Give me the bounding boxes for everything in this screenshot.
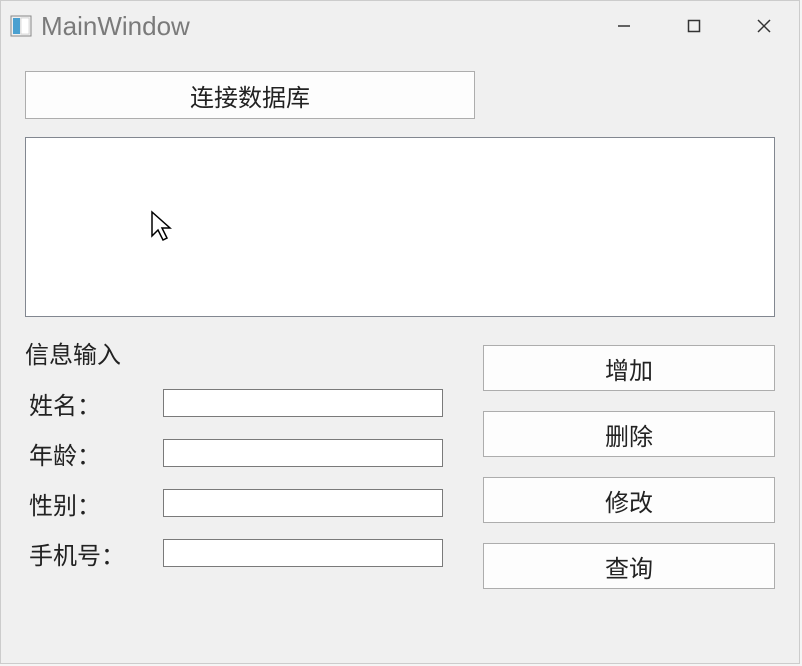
window-controls bbox=[589, 1, 799, 51]
lower-panel: 信息输入 姓名： 年龄： 性别： 手机号： bbox=[25, 335, 775, 589]
input-form-section: 信息输入 姓名： 年龄： 性别： 手机号： bbox=[25, 335, 465, 589]
titlebar: MainWindow bbox=[1, 1, 799, 51]
gender-label: 性别： bbox=[25, 486, 163, 521]
delete-button[interactable]: 删除 bbox=[483, 411, 775, 457]
form-row-age: 年龄： bbox=[25, 428, 465, 478]
form-section-title: 信息输入 bbox=[25, 335, 465, 370]
form-row-gender: 性别： bbox=[25, 478, 465, 528]
data-table-view[interactable] bbox=[25, 137, 775, 317]
form-row-phone: 手机号： bbox=[25, 528, 465, 578]
gender-input[interactable] bbox=[163, 489, 443, 517]
update-button[interactable]: 修改 bbox=[483, 477, 775, 523]
age-label: 年龄： bbox=[25, 436, 163, 471]
phone-label: 手机号： bbox=[25, 536, 163, 571]
main-window: MainWindow 连接数据库 信息输入 姓名： bbox=[0, 0, 800, 664]
minimize-button[interactable] bbox=[589, 1, 659, 51]
action-buttons-section: 增加 删除 修改 查询 bbox=[483, 335, 775, 589]
maximize-button[interactable] bbox=[659, 1, 729, 51]
close-button[interactable] bbox=[729, 1, 799, 51]
app-icon bbox=[9, 14, 33, 38]
window-title: MainWindow bbox=[41, 11, 589, 42]
phone-input[interactable] bbox=[163, 539, 443, 567]
name-label: 姓名： bbox=[25, 386, 163, 421]
connect-database-button[interactable]: 连接数据库 bbox=[25, 71, 475, 119]
client-area: 连接数据库 信息输入 姓名： 年龄： 性别： 手机号： bbox=[1, 51, 799, 663]
add-button[interactable]: 增加 bbox=[483, 345, 775, 391]
name-input[interactable] bbox=[163, 389, 443, 417]
age-input[interactable] bbox=[163, 439, 443, 467]
form-row-name: 姓名： bbox=[25, 378, 465, 428]
query-button[interactable]: 查询 bbox=[483, 543, 775, 589]
